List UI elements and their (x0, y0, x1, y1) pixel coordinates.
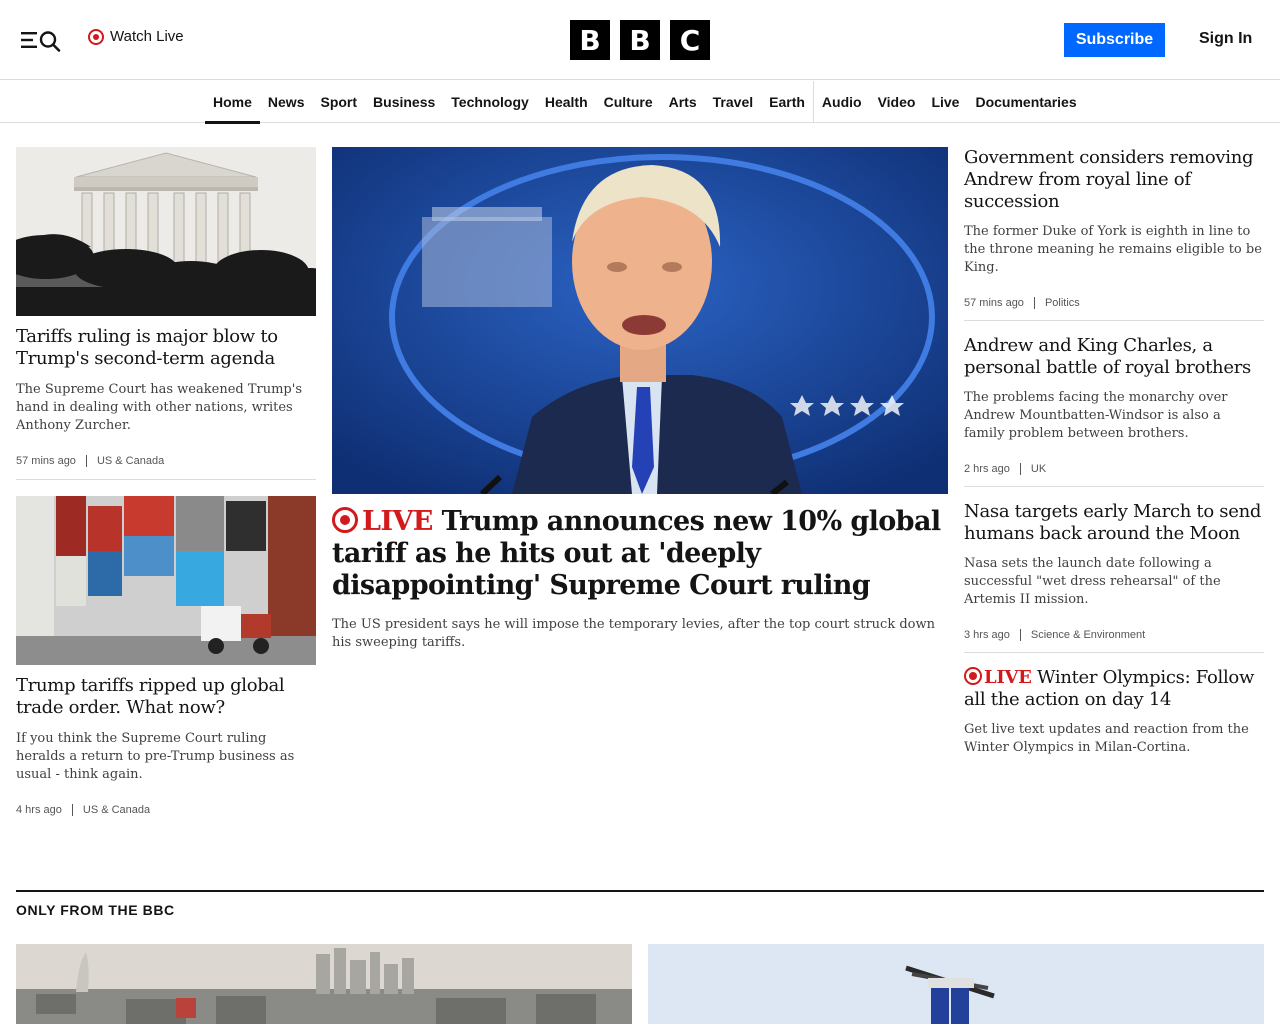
city-skyline-image[interactable] (16, 944, 632, 1024)
menu-search-button[interactable] (20, 27, 62, 53)
skier-image[interactable] (648, 944, 1264, 1024)
story-headline[interactable]: Nasa targets early March to send humans … (964, 501, 1264, 545)
lead-story-headline[interactable]: LIVE Trump announces new 10% global tari… (332, 506, 948, 602)
logo-letter: B (570, 20, 610, 60)
story-summary: Get live text updates and reaction from … (964, 722, 1249, 755)
story-card[interactable]: Government considers removing Andrew fro… (964, 147, 1264, 309)
story-summary: The former Duke of York is eighth in lin… (964, 224, 1262, 275)
story-time: 2 hrs ago (964, 463, 1010, 475)
story-meta: 57 mins ago Politics (964, 297, 1264, 309)
city-skyline-photo (16, 944, 632, 1024)
supreme-court-photo (16, 147, 316, 316)
watch-live-label: Watch Live (110, 28, 184, 45)
watch-live-link[interactable]: Watch Live (88, 28, 184, 45)
story-category[interactable]: Science & Environment (1019, 629, 1145, 641)
live-badge: LIVE (332, 506, 433, 537)
primary-nav: Home News Sport Business Technology Heal… (0, 81, 1280, 124)
logo-letter: B (620, 20, 660, 60)
nav-item-earth[interactable]: Earth (761, 81, 813, 123)
nav-item-video[interactable]: Video (870, 81, 924, 123)
story-category[interactable]: US & Canada (85, 455, 164, 467)
story-category[interactable]: US & Canada (71, 804, 150, 816)
lead-story: LIVE Trump announces new 10% global tari… (332, 147, 948, 652)
story-summary: The problems facing the monarchy over An… (964, 390, 1228, 441)
nav-item-travel[interactable]: Travel (705, 81, 761, 123)
story-card[interactable]: Nasa targets early March to send humans … (964, 501, 1264, 641)
story-card[interactable]: Tariffs ruling is major blow to Trump's … (16, 147, 316, 467)
nav-item-home[interactable]: Home (205, 81, 260, 124)
nav-item-audio[interactable]: Audio (812, 81, 870, 123)
story-time: 4 hrs ago (16, 804, 62, 816)
live-story-card[interactable]: LIVE Winter Olympics: Follow all the act… (964, 667, 1264, 757)
aerial-skier-photo (648, 944, 1264, 1024)
story-summary: If you think the Supreme Court ruling he… (16, 731, 295, 782)
press-conference-photo (332, 147, 948, 494)
story-card[interactable]: Andrew and King Charles, a personal batt… (964, 335, 1264, 475)
subscribe-button[interactable]: Subscribe (1064, 23, 1165, 57)
live-badge: LIVE (964, 667, 1032, 688)
story-headline[interactable]: Tariffs ruling is major blow to Trump's … (16, 326, 316, 370)
live-indicator-icon (88, 28, 104, 45)
story-summary: The Supreme Court has weakened Trump's h… (16, 382, 302, 433)
story-divider (16, 479, 316, 480)
lead-story-image[interactable] (332, 147, 948, 494)
nav-item-health[interactable]: Health (537, 81, 596, 123)
story-meta: 57 mins ago US & Canada (16, 455, 316, 467)
story-divider (964, 320, 1264, 321)
containers-image[interactable] (16, 496, 316, 665)
story-meta: 2 hrs ago UK (964, 463, 1264, 475)
story-time: 57 mins ago (16, 455, 76, 467)
left-column: Tariffs ruling is major blow to Trump's … (16, 147, 316, 816)
nav-item-live[interactable]: Live (923, 81, 967, 123)
right-column: Government considers removing Andrew fro… (964, 147, 1264, 757)
menu-icon (21, 31, 61, 52)
story-divider (964, 652, 1264, 653)
shipping-containers-photo (16, 496, 316, 665)
story-headline[interactable]: Trump tariffs ripped up global trade ord… (16, 675, 316, 719)
story-summary: Nasa sets the launch date following a su… (964, 556, 1221, 607)
live-icon (332, 506, 358, 533)
supreme-court-image[interactable] (16, 147, 316, 316)
site-header: Watch Live B B C Subscribe Sign In (0, 0, 1280, 80)
nav-item-documentaries[interactable]: Documentaries (967, 81, 1084, 123)
nav-item-news[interactable]: News (260, 81, 313, 123)
nav-item-culture[interactable]: Culture (596, 81, 661, 123)
story-time: 3 hrs ago (964, 629, 1010, 641)
story-category[interactable]: UK (1019, 463, 1046, 475)
sign-in-link[interactable]: Sign In (1199, 30, 1252, 48)
live-label: LIVE (984, 667, 1032, 688)
story-time: 57 mins ago (964, 297, 1024, 309)
bbc-logo[interactable]: B B C (570, 20, 710, 60)
story-meta: 4 hrs ago US & Canada (16, 804, 316, 816)
nav-item-business[interactable]: Business (365, 81, 443, 123)
story-headline[interactable]: Government considers removing Andrew fro… (964, 147, 1264, 213)
section-rule (16, 890, 1264, 892)
section-title: ONLY FROM THE BBC (16, 902, 175, 918)
story-card[interactable]: Trump tariffs ripped up global trade ord… (16, 496, 316, 816)
logo-letter: C (670, 20, 710, 60)
live-label: LIVE (362, 506, 433, 537)
lead-story-summary: The US president says he will impose the… (332, 617, 935, 650)
nav-item-arts[interactable]: Arts (661, 81, 705, 123)
story-divider (964, 486, 1264, 487)
nav-item-sport[interactable]: Sport (312, 81, 365, 123)
nav-item-technology[interactable]: Technology (443, 81, 537, 123)
story-meta: 3 hrs ago Science & Environment (964, 629, 1264, 641)
live-icon (964, 667, 982, 685)
story-headline[interactable]: Andrew and King Charles, a personal batt… (964, 335, 1264, 379)
nav-list: Home News Sport Business Technology Heal… (205, 81, 1085, 124)
live-story-headline[interactable]: LIVE Winter Olympics: Follow all the act… (964, 667, 1264, 711)
story-category[interactable]: Politics (1033, 297, 1080, 309)
